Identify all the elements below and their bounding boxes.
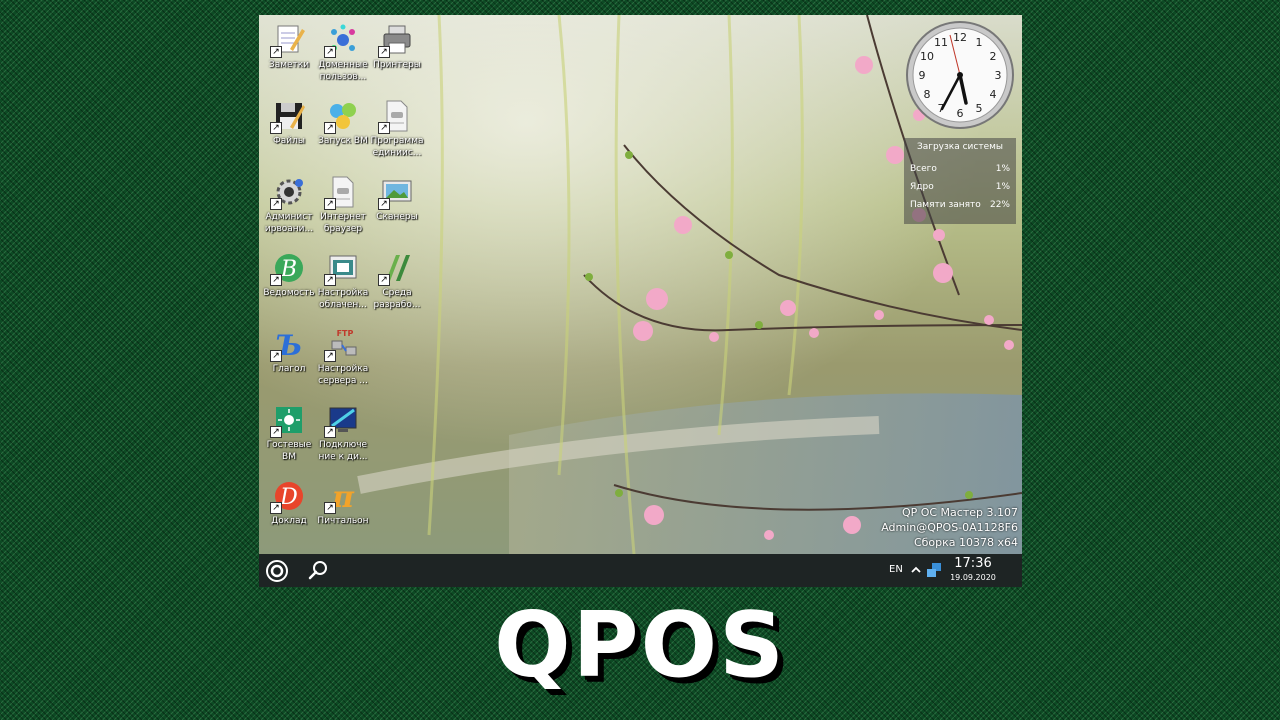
shortcut-arrow-icon: ↗ <box>378 274 390 286</box>
clock-number: 10 <box>920 50 934 63</box>
system-load-title: Загрузка системы <box>916 142 1004 152</box>
svg-text:FTP: FTP <box>337 329 354 338</box>
desktop-icon-doklad[interactable]: D ↗ Доклад <box>259 475 319 547</box>
icon-label: Среда разрабо... <box>373 288 421 310</box>
clock-number: 3 <box>995 69 1002 82</box>
taskbar-time[interactable]: 17:36 <box>943 556 1003 571</box>
desktop-icon-browser[interactable]: ↗ Интернет браузер <box>313 171 373 243</box>
shortcut-arrow-icon: ↗ <box>324 122 336 134</box>
icon-label: Подключе ние к ди... <box>318 440 368 462</box>
desktop-icon-cloud-settings[interactable]: ↗ Настройка облачен... <box>313 247 373 319</box>
desktop-icon-guest-vm[interactable]: ↗ Гостевые ВМ <box>259 399 319 471</box>
clock-number: 4 <box>990 88 997 101</box>
desktop-icon-launch-vm[interactable]: ↗ Запуск ВМ <box>313 95 373 167</box>
desktop-icon-glagol[interactable]: Ъ ↗ Глагол <box>259 323 319 395</box>
shortcut-arrow-icon: ↗ <box>324 198 336 210</box>
brand-caption: QPOS <box>494 593 786 698</box>
svg-text:D: D <box>279 485 298 510</box>
icon-label: Программа единиис... <box>370 136 424 158</box>
shortcut-arrow-icon: ↗ <box>324 46 336 58</box>
clock-number: 6 <box>957 107 964 120</box>
icon-label: Файлы <box>273 136 305 146</box>
shortcut-arrow-icon: ↗ <box>270 502 282 514</box>
taskbar: EN 17:36 19.09.2020 <box>259 554 1022 587</box>
desktop-icon-administration[interactable]: ↗ Админист ирвоани... <box>259 171 319 243</box>
icon-label: Заметки <box>268 60 310 70</box>
icon-label: Гостевые ВМ <box>266 440 312 462</box>
os-user-host: Admin@QPOS-0A1128F6 <box>881 521 1018 534</box>
desktop-icon-pi-calc[interactable]: π ↗ Пичтальон <box>313 475 373 547</box>
shortcut-arrow-icon: ↗ <box>324 274 336 286</box>
desktop-icon-ftp-settings[interactable]: FTP ↗ Настройка сервера ... <box>313 323 373 395</box>
icon-label: Пичтальон <box>317 516 369 526</box>
desktop-icon-admin-program[interactable]: ↗ Программа единиис... <box>367 95 427 167</box>
shortcut-arrow-icon: ↗ <box>270 274 282 286</box>
shortcut-arrow-icon: ↗ <box>270 426 282 438</box>
icon-label: Сканеры <box>376 212 418 222</box>
clock-number: 12 <box>953 31 967 44</box>
desktop-icon-domain-users[interactable]: ↗ Доменные пользов... <box>313 19 373 91</box>
shortcut-arrow-icon: ↗ <box>270 198 282 210</box>
system-load-gadget[interactable]: Загрузка системы Всего 1% Ядро 1% Памяти з… <box>904 138 1016 224</box>
search-icon[interactable] <box>307 559 329 581</box>
svg-text:B: B <box>280 257 297 282</box>
desktop-icon-printers[interactable]: ↗ Принтеры <box>367 19 427 91</box>
icon-label: Доменные пользов... <box>318 60 368 82</box>
shortcut-arrow-icon: ↗ <box>270 122 282 134</box>
icon-label: Запуск ВМ <box>318 136 368 146</box>
icon-label: Принтеры <box>373 60 421 70</box>
icon-label: Доклад <box>271 516 307 526</box>
desktop-icon-vedomost[interactable]: B ↗ Ведомость <box>259 247 319 319</box>
shortcut-arrow-icon: ↗ <box>270 350 282 362</box>
clock-number: 8 <box>924 88 931 101</box>
icon-label: Ведомость <box>263 288 315 298</box>
system-load-row-kernel: Ядро 1% <box>910 182 1010 192</box>
shortcut-arrow-icon: ↗ <box>378 122 390 134</box>
shortcut-arrow-icon: ↗ <box>324 502 336 514</box>
shortcut-arrow-icon: ↗ <box>324 350 336 362</box>
desktop-icon-files[interactable]: ↗ Файлы <box>259 95 319 167</box>
icon-label: Интернет браузер <box>320 212 366 234</box>
os-build: Сборка 10378 x64 <box>913 536 1018 549</box>
chevron-up-icon[interactable] <box>910 563 922 577</box>
icon-label: Настройка облачен... <box>317 288 369 310</box>
icon-label: Глагол <box>272 364 306 374</box>
desktop-icon-dev-env[interactable]: ↗ Среда разрабо... <box>367 247 427 319</box>
clock-number: 2 <box>990 50 997 63</box>
clock-number: 1 <box>976 36 983 49</box>
desktop-icon-scanners[interactable]: ↗ Сканеры <box>367 171 427 243</box>
desktop-screen: ↗ Заметки ↗ Доменные пользов... ↗ Принте… <box>259 15 1022 587</box>
system-load-row-total: Всего 1% <box>910 164 1010 174</box>
shortcut-arrow-icon: ↗ <box>378 198 390 210</box>
os-version-watermark: QP ОС Мастер 3.107 Admin@QPOS-0A1128F6 С… <box>881 505 1018 550</box>
desktop-icon-notes[interactable]: ↗ Заметки <box>259 19 319 91</box>
system-load-row-memory: Памяти занято 22% <box>910 200 1010 210</box>
clock-number: 9 <box>919 69 926 82</box>
language-indicator[interactable]: EN <box>889 564 903 575</box>
taskbar-date[interactable]: 19.09.2020 <box>943 573 1003 582</box>
start-menu-icon[interactable] <box>265 559 289 583</box>
clock-number: 5 <box>976 102 983 115</box>
desktop-icon-remote-connect[interactable]: ↗ Подключе ние к ди... <box>313 399 373 471</box>
icon-label: Админист ирвоани... <box>264 212 314 234</box>
shortcut-arrow-icon: ↗ <box>324 426 336 438</box>
network-icon[interactable] <box>926 562 942 578</box>
icon-label: Настройка сервера ... <box>317 364 369 386</box>
clock-number: 11 <box>934 36 948 49</box>
analog-clock-gadget[interactable]: 12 1 2 3 4 5 6 7 8 9 10 11 <box>904 19 1016 131</box>
os-name: QP ОС Мастер 3.107 <box>901 506 1018 519</box>
shortcut-arrow-icon: ↗ <box>270 46 282 58</box>
shortcut-arrow-icon: ↗ <box>378 46 390 58</box>
